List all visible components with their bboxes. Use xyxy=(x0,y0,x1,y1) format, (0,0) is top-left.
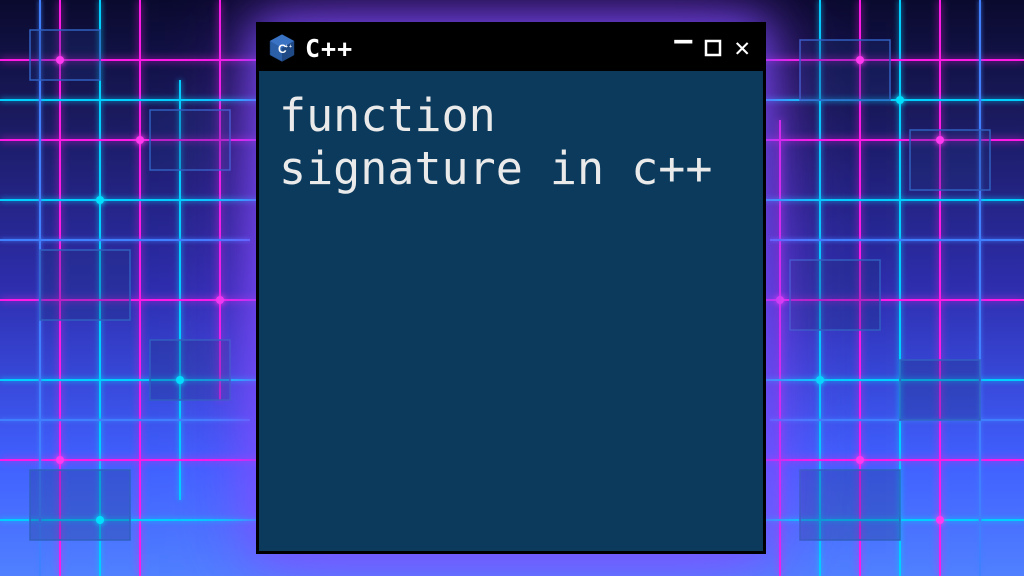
svg-text:+: + xyxy=(289,44,292,50)
window-title: C++ xyxy=(305,34,663,63)
svg-text:+: + xyxy=(285,44,288,50)
close-button[interactable]: ✕ xyxy=(731,33,753,63)
titlebar: C + + C++ — ✕ xyxy=(259,25,763,71)
minimize-button[interactable]: — xyxy=(671,24,695,58)
terminal-content: function signature in c++ xyxy=(259,71,763,551)
cpp-icon: C + + xyxy=(267,33,297,63)
terminal-window: C + + C++ — ✕ function signature in c++ xyxy=(256,22,766,554)
window-controls: — ✕ xyxy=(671,31,753,65)
maximize-button[interactable] xyxy=(701,37,725,59)
